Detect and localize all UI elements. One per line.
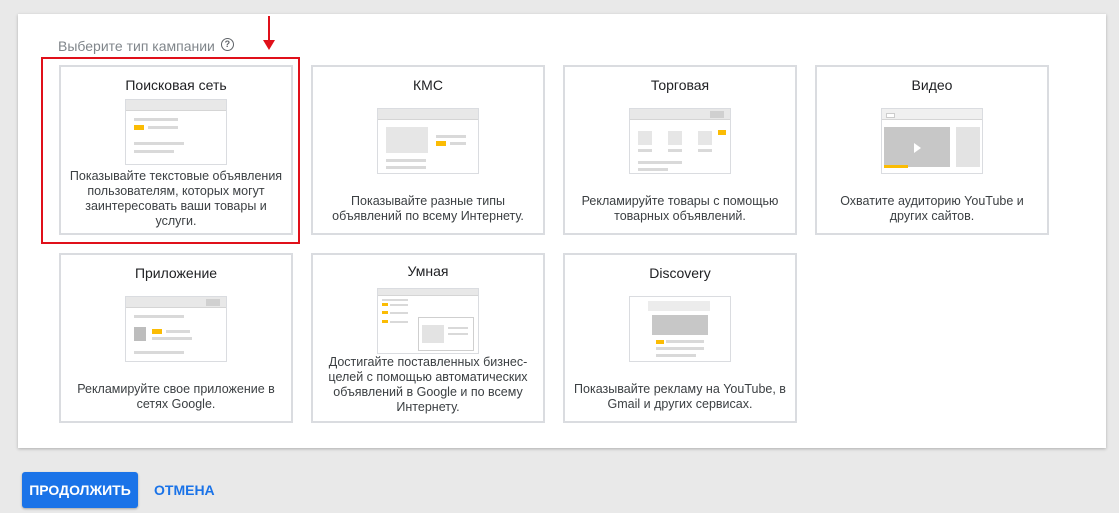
card-smart[interactable]: Умная Достигайте поставленных бизнес-цел… [311, 253, 545, 423]
smart-thumbnail-icon [377, 288, 479, 354]
section-title: Выберите тип кампании ? [58, 37, 234, 54]
card-title: Поисковая сеть [125, 77, 227, 93]
video-thumbnail-icon [881, 108, 983, 174]
help-icon[interactable]: ? [220, 37, 234, 51]
display-thumbnail-icon [377, 108, 479, 174]
card-description: Достигайте поставленных бизнес-целей с п… [328, 355, 528, 414]
card-discovery[interactable]: Discovery Показывайте рекламу на YouTube… [563, 253, 797, 423]
arrow-icon [268, 16, 270, 42]
card-title: Discovery [649, 265, 711, 281]
app-thumbnail-icon [125, 296, 227, 362]
card-description: Показывайте текстовые объявления пользов… [69, 169, 283, 228]
card-video[interactable]: Видео Охватите аудиторию YouTube и други… [815, 65, 1049, 235]
continue-button[interactable]: ПРОДОЛЖИТЬ [22, 472, 138, 508]
shopping-thumbnail-icon [629, 108, 731, 174]
card-description: Охватите аудиторию YouTube и других сайт… [840, 194, 1024, 223]
card-description: Рекламируйте свое приложение в сетях Goo… [77, 382, 275, 411]
discovery-thumbnail-icon [629, 296, 731, 362]
card-title: Умная [407, 263, 449, 279]
card-description: Показывайте рекламу на YouTube, в Gmail … [574, 382, 786, 411]
card-title: Приложение [134, 265, 218, 281]
card-title: КМС [413, 77, 443, 93]
arrow-head-icon [263, 40, 275, 50]
card-shopping[interactable]: Торговая Рекламируйте товары с помощью т… [563, 65, 797, 235]
card-kms[interactable]: КМС Показывайте разные типы объявлений п… [311, 65, 545, 235]
card-title: Видео [911, 77, 953, 93]
card-search[interactable]: Поисковая сеть Показывайте текстовые объ… [59, 65, 293, 235]
card-app[interactable]: Приложение Рекламируйте свое приложение … [59, 253, 293, 423]
section-title-text: Выберите тип кампании [58, 38, 215, 54]
cancel-button[interactable]: ОТМЕНА [146, 472, 223, 508]
card-title: Торговая [650, 77, 710, 93]
card-description: Показывайте разные типы объявлений по вс… [332, 194, 524, 223]
card-description: Рекламируйте товары с помощью товарных о… [581, 194, 779, 223]
search-thumbnail-icon [125, 99, 227, 165]
